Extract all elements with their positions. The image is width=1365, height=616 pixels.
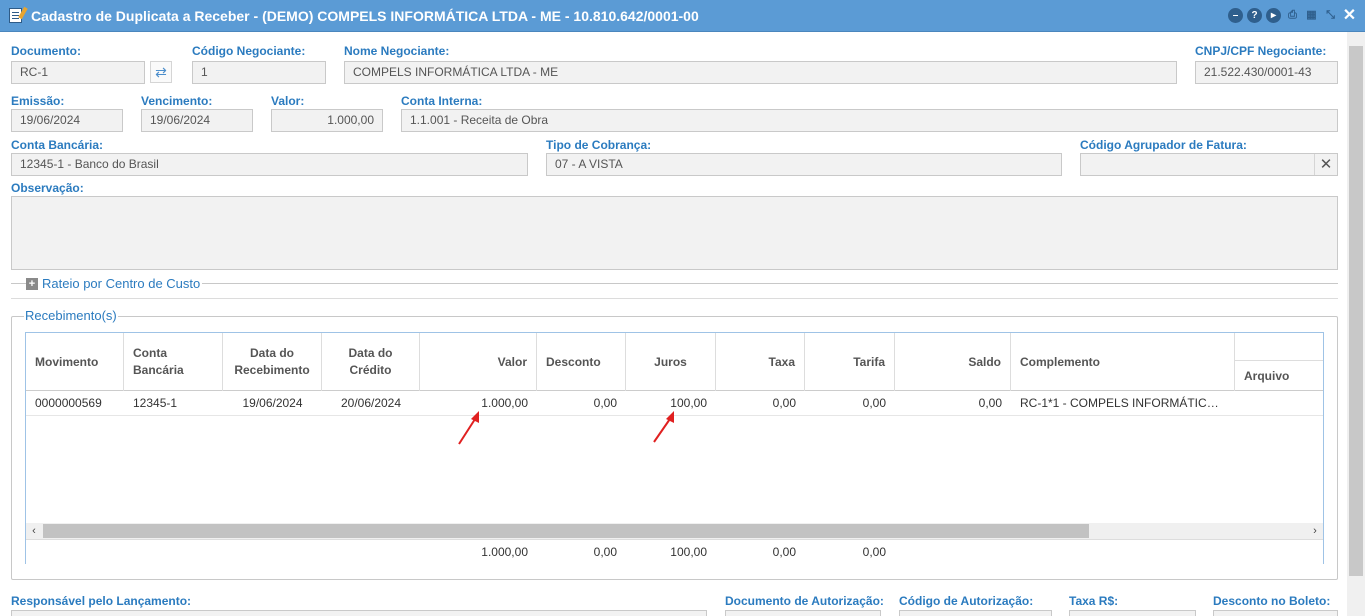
desconto-boleto-field[interactable] bbox=[1213, 610, 1338, 616]
cell-tarifa: 0,00 bbox=[862, 396, 886, 410]
conta-bancaria-field[interactable]: 12345-1 - Banco do Brasil bbox=[11, 153, 528, 176]
cell-arquivo bbox=[1235, 391, 1323, 416]
taxa-label: Taxa R$: bbox=[1069, 594, 1119, 608]
valor-field[interactable]: 1.000,00 bbox=[271, 109, 383, 132]
rateio-toggle[interactable]: + Rateio por Centro de Custo bbox=[26, 276, 203, 291]
horizontal-scrollbar-thumb[interactable] bbox=[43, 524, 1089, 538]
documento-field[interactable]: RC-1 bbox=[11, 61, 145, 84]
col-juros[interactable]: Juros bbox=[626, 333, 716, 391]
col-saldo[interactable]: Saldo bbox=[895, 333, 1011, 391]
calendar-icon[interactable]: ▦ bbox=[1304, 8, 1319, 23]
cell-saldo: 0,00 bbox=[978, 396, 1002, 410]
rateio-label: Rateio por Centro de Custo bbox=[42, 276, 201, 291]
total-valor: 1.000,00 bbox=[481, 545, 528, 559]
cell-data-recebimento: 19/06/2024 bbox=[242, 396, 303, 410]
col-desconto[interactable]: Desconto bbox=[537, 333, 626, 391]
codigo-autorizacao-label: Código de Autorização: bbox=[899, 594, 1034, 608]
col-data-recebimento[interactable]: Data do Recebimento bbox=[223, 333, 322, 391]
vencimento-field[interactable]: 19/06/2024 bbox=[141, 109, 253, 132]
recebimentos-legend: Recebimento(s) bbox=[24, 308, 118, 323]
taxa-field[interactable] bbox=[1069, 610, 1196, 616]
window-titlebar: Cadastro de Duplicata a Receber - (DEMO)… bbox=[0, 0, 1365, 32]
print-icon[interactable]: ⎙ bbox=[1285, 8, 1300, 23]
expand-plus-icon[interactable]: + bbox=[26, 277, 38, 290]
col-tarifa[interactable]: Tarifa bbox=[805, 333, 895, 391]
emissao-field[interactable]: 19/06/2024 bbox=[11, 109, 123, 132]
codigo-negociante-label: Código Negociante: bbox=[192, 44, 306, 58]
vertical-scrollbar-thumb[interactable] bbox=[1349, 46, 1363, 576]
col-arquivo[interactable]: Arquivo bbox=[1235, 333, 1323, 391]
refresh-icon[interactable]: ⇄ bbox=[150, 61, 172, 83]
vencimento-label: Vencimento: bbox=[141, 94, 213, 108]
annotation-arrow-juros-icon bbox=[653, 411, 674, 443]
cnpj-field[interactable]: 21.522.430/0001-43 bbox=[1195, 61, 1338, 84]
scroll-left-icon[interactable]: ‹ bbox=[26, 523, 42, 539]
scroll-right-icon[interactable]: › bbox=[1307, 523, 1323, 539]
horizontal-scrollbar[interactable]: ‹ › bbox=[26, 523, 1323, 539]
valor-label: Valor: bbox=[271, 94, 305, 108]
cell-data-credito: 20/06/2024 bbox=[340, 396, 402, 410]
observacao-label: Observação: bbox=[11, 181, 84, 195]
responsavel-label: Responsável pelo Lançamento: bbox=[11, 594, 192, 608]
grid-totals-row: 1.000,00 0,00 100,00 0,00 0,00 bbox=[26, 539, 1323, 564]
cell-complemento: RC-1*1 - COMPELS INFORMÁTICA LTDA - ME bbox=[1020, 396, 1235, 410]
window-title: Cadastro de Duplicata a Receber - (DEMO)… bbox=[31, 8, 699, 24]
total-taxa: 0,00 bbox=[772, 545, 796, 559]
conta-interna-label: Conta Interna: bbox=[401, 94, 483, 108]
agrupador-label: Código Agrupador de Fatura: bbox=[1080, 138, 1247, 152]
nome-negociante-label: Nome Negociante: bbox=[344, 44, 450, 58]
annotation-arrow-valor-icon bbox=[458, 411, 479, 445]
col-taxa[interactable]: Taxa bbox=[716, 333, 805, 391]
conta-bancaria-label: Conta Bancária: bbox=[11, 138, 104, 152]
rateio-divider-bottom bbox=[11, 298, 1338, 299]
desconto-boleto-label: Desconto no Boleto: bbox=[1213, 594, 1331, 608]
fullscreen-icon[interactable]: ⤡ bbox=[1323, 8, 1338, 23]
col-complemento[interactable]: Complemento bbox=[1011, 333, 1235, 391]
codigo-negociante-field[interactable]: 1 bbox=[192, 61, 326, 84]
minimize-icon[interactable]: – bbox=[1228, 8, 1243, 23]
col-valor[interactable]: Valor bbox=[420, 333, 537, 391]
grid-header: Movimento Conta Bancária Data do Recebim… bbox=[26, 333, 1323, 391]
rateio-divider bbox=[11, 283, 1338, 284]
col-conta-bancaria[interactable]: Conta Bancária bbox=[124, 333, 223, 391]
emissao-label: Emissão: bbox=[11, 94, 65, 108]
conta-interna-field[interactable]: 1.1.001 - Receita de Obra bbox=[401, 109, 1338, 132]
total-desconto: 0,00 bbox=[593, 545, 617, 559]
header-split-line bbox=[1235, 360, 1323, 361]
cell-conta-bancaria: 12345-1 bbox=[133, 396, 178, 410]
observacao-textarea[interactable] bbox=[11, 196, 1338, 270]
cell-movimento: 0000000569 bbox=[35, 396, 102, 410]
document-edit-icon bbox=[9, 6, 28, 23]
close-icon[interactable]: ✕ bbox=[1342, 8, 1357, 24]
total-tarifa: 0,00 bbox=[862, 545, 886, 559]
cnpj-label: CNPJ/CPF Negociante: bbox=[1195, 44, 1327, 58]
tipo-cobranca-label: Tipo de Cobrança: bbox=[546, 138, 652, 152]
vertical-scrollbar[interactable] bbox=[1347, 32, 1365, 616]
codigo-autorizacao-field[interactable] bbox=[899, 610, 1052, 616]
documento-autorizacao-field[interactable] bbox=[725, 610, 881, 616]
responsavel-field[interactable] bbox=[11, 610, 707, 616]
nome-negociante-field[interactable]: COMPELS INFORMÁTICA LTDA - ME bbox=[344, 61, 1177, 84]
documento-autorizacao-label: Documento de Autorização: bbox=[725, 594, 884, 608]
cell-desconto: 0,00 bbox=[593, 396, 617, 410]
help-icon[interactable]: ? bbox=[1247, 8, 1262, 23]
recebimentos-grid: Movimento Conta Bancária Data do Recebim… bbox=[25, 332, 1324, 564]
col-data-credito[interactable]: Data do Crédito bbox=[322, 333, 420, 391]
tipo-cobranca-field[interactable]: 07 - A VISTA bbox=[546, 153, 1062, 176]
clear-icon[interactable]: ✕ bbox=[1314, 154, 1337, 175]
col-movimento[interactable]: Movimento bbox=[26, 333, 124, 391]
documento-label: Documento: bbox=[11, 44, 81, 58]
cell-taxa: 0,00 bbox=[772, 396, 796, 410]
agrupador-field[interactable] bbox=[1080, 153, 1338, 176]
play-icon[interactable]: ▸ bbox=[1266, 8, 1281, 23]
total-juros: 100,00 bbox=[670, 545, 707, 559]
